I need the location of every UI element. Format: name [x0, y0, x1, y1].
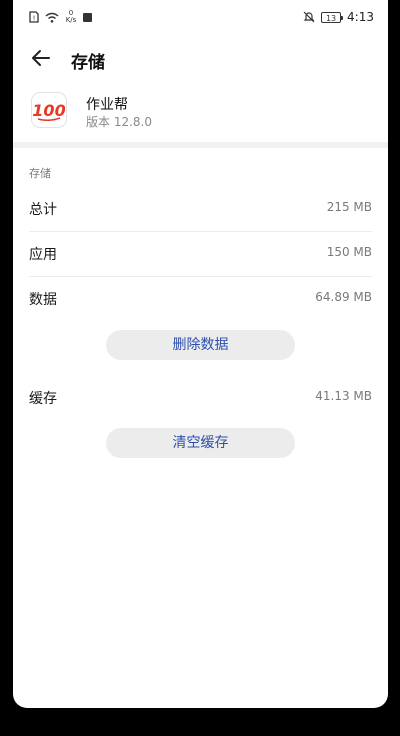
- storage-row-app: 应用 150 MB: [29, 232, 372, 277]
- app-icon-text: 100: [33, 101, 65, 120]
- storage-row-cache: 缓存 41.13 MB: [29, 376, 372, 421]
- network-speed-unit: K/s: [65, 16, 77, 24]
- sim-icon: !: [29, 11, 39, 23]
- row-label: 应用: [29, 247, 57, 263]
- battery-icon: 13: [321, 11, 344, 23]
- page-title: 存储: [71, 53, 105, 73]
- section-divider: [13, 142, 388, 148]
- header: 存储: [13, 40, 388, 80]
- clock: 4:13: [347, 10, 374, 24]
- row-label: 总计: [29, 202, 57, 218]
- status-bar: ! 0 K/s 13 4:13: [13, 0, 388, 40]
- notification-icon: [83, 12, 92, 22]
- app-name: 作业帮: [86, 97, 128, 113]
- delete-data-button[interactable]: 删除数据: [106, 330, 295, 360]
- svg-text:!: !: [33, 15, 36, 23]
- wifi-icon: [45, 12, 59, 23]
- app-icon: 100: [31, 92, 67, 128]
- back-arrow-icon[interactable]: [29, 46, 53, 70]
- mute-icon: [303, 11, 315, 23]
- section-label-storage: 存储: [29, 167, 51, 180]
- storage-row-total: 总计 215 MB: [29, 187, 372, 232]
- storage-row-data: 数据 64.89 MB: [29, 277, 372, 322]
- row-label: 数据: [29, 292, 57, 308]
- cache-label: 缓存: [29, 391, 57, 407]
- app-info: 100 作业帮 版本 12.8.0: [13, 86, 388, 142]
- cache-value: 41.13 MB: [315, 389, 372, 403]
- phone-screen: ! 0 K/s 13 4:13 存储 100 作业帮 版本 12.8.0 存储 …: [13, 0, 388, 708]
- network-speed: 0 K/s: [65, 10, 77, 24]
- row-value: 215 MB: [326, 200, 372, 214]
- row-value: 64.89 MB: [315, 290, 372, 304]
- row-value: 150 MB: [326, 245, 372, 259]
- app-version: 版本 12.8.0: [86, 115, 152, 129]
- clear-cache-button[interactable]: 清空缓存: [106, 428, 295, 458]
